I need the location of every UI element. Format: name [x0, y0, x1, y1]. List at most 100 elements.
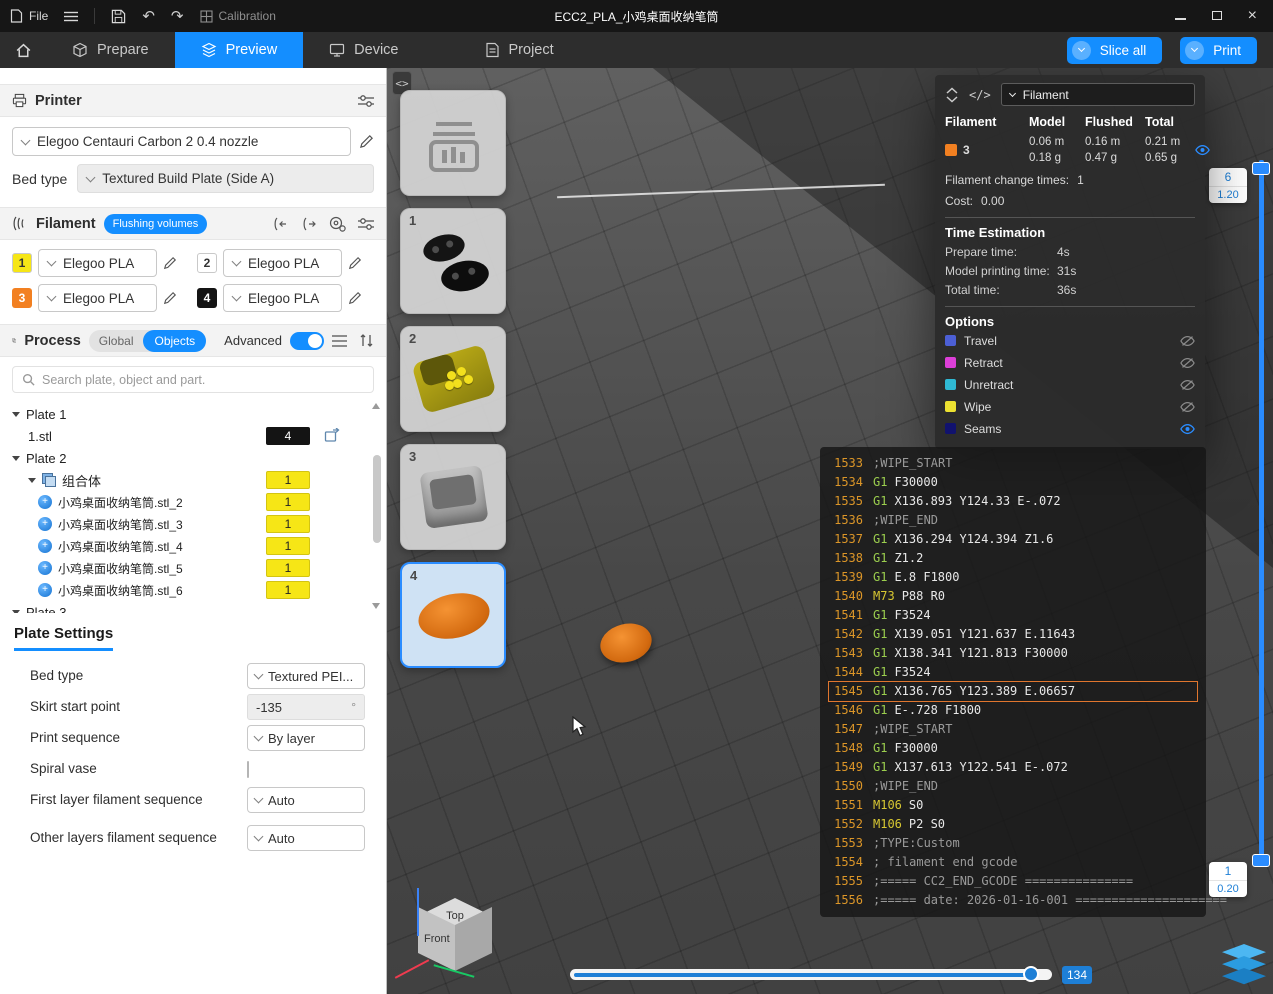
ps-bed-type-select[interactable]: Textured PEI...: [247, 663, 365, 689]
ps-first-layer-select[interactable]: Auto: [247, 787, 365, 813]
layer-slider-track[interactable]: [1259, 160, 1264, 862]
filament-slot-4-select[interactable]: Elegoo PLA: [223, 284, 342, 312]
tree-item-stl3[interactable]: + 小鸡桌面收纳笔筒.stl_3 1: [12, 513, 386, 535]
gcode-viewer[interactable]: 1533 ;WIPE_START 1534 G1 F30000 1535 G1 X136.…: [820, 447, 1227, 917]
tree-scrollbar[interactable]: [373, 455, 381, 543]
print-options-dropdown[interactable]: [1185, 40, 1205, 60]
part-filament-badge[interactable]: 1: [266, 559, 310, 577]
tree-plate-3[interactable]: Plate 3: [12, 601, 386, 613]
thumbnail-plate-1[interactable]: 1: [400, 208, 506, 314]
group-filament-badge[interactable]: 1: [266, 471, 310, 489]
tree-group-assembly[interactable]: 组合体 1: [12, 469, 386, 491]
advanced-toggle[interactable]: [290, 331, 324, 350]
gcode-line[interactable]: 1546 G1 E-.728 F1800: [829, 701, 1197, 720]
redo-button[interactable]: ↷: [171, 9, 184, 24]
calibration-button[interactable]: Calibration: [199, 9, 276, 23]
gcode-line[interactable]: 1555 ;===== CC2_END_GCODE ===============: [829, 872, 1197, 891]
travel-visibility-toggle[interactable]: [1180, 335, 1195, 347]
maximize-button[interactable]: [1211, 9, 1222, 23]
tab-device[interactable]: Device: [303, 32, 424, 68]
wipe-visibility-toggle[interactable]: [1180, 401, 1195, 413]
scroll-down-icon[interactable]: [372, 603, 380, 609]
gcode-line[interactable]: 1541 G1 F3524: [829, 606, 1197, 625]
scope-objects-button[interactable]: Objects: [143, 329, 207, 352]
gcode-line[interactable]: 1553 ;TYPE:Custom: [829, 834, 1197, 853]
collapse-icon[interactable]: [28, 477, 36, 483]
slice-options-dropdown[interactable]: [1071, 40, 1091, 60]
edit-filament-2-icon[interactable]: [348, 256, 362, 270]
layer-slider-bottom-handle[interactable]: [1252, 854, 1270, 867]
slice-all-button[interactable]: Slice all: [1066, 36, 1163, 64]
load-filament-icon[interactable]: [300, 217, 317, 231]
tab-prepare[interactable]: Prepare: [46, 32, 175, 68]
search-bar[interactable]: [12, 366, 374, 393]
ps-other-layers-select[interactable]: Auto: [247, 825, 365, 851]
filament-slot-3-badge[interactable]: 3: [12, 288, 32, 308]
move-slider-handle[interactable]: [1023, 966, 1039, 982]
search-input[interactable]: [42, 372, 364, 387]
gcode-line[interactable]: 1543 G1 X138.341 Y121.813 F30000: [829, 644, 1197, 663]
parameter-list-icon[interactable]: [332, 334, 347, 348]
part-filament-badge[interactable]: 1: [266, 515, 310, 533]
compare-settings-icon[interactable]: [359, 333, 374, 348]
tree-plate-2[interactable]: Plate 2: [12, 447, 386, 469]
save-button[interactable]: [111, 9, 126, 24]
collapse-panel-icon[interactable]: [945, 86, 959, 103]
bed-type-select[interactable]: Textured Build Plate (Side A): [77, 164, 374, 193]
filament-spool-settings-icon[interactable]: [329, 216, 346, 232]
gcode-line[interactable]: 1540 M73 P88 R0: [829, 587, 1197, 606]
scope-global-button[interactable]: Global: [89, 330, 144, 352]
tree-item-stl2[interactable]: + 小鸡桌面收纳笔筒.stl_2 1: [12, 491, 386, 513]
filament-visibility-toggle[interactable]: [1195, 144, 1211, 156]
item-1stl-filament-badge[interactable]: 4: [266, 427, 310, 445]
tree-item-stl5[interactable]: + 小鸡桌面收纳笔筒.stl_5 1: [12, 557, 386, 579]
thumbnail-all-plates[interactable]: [400, 90, 506, 196]
unretract-visibility-toggle[interactable]: [1180, 379, 1195, 391]
filament-settings-icon[interactable]: [358, 217, 374, 231]
gcode-window-icon[interactable]: </>: [969, 88, 991, 102]
filament-slot-4-badge[interactable]: 4: [197, 288, 217, 308]
gcode-line[interactable]: 1548 G1 F30000: [829, 739, 1197, 758]
edit-filament-4-icon[interactable]: [348, 291, 362, 305]
gcode-line[interactable]: 1539 G1 E.8 F1800: [829, 568, 1197, 587]
gcode-line[interactable]: 1554; filament end gcode: [829, 853, 1197, 872]
collapse-icon[interactable]: [12, 609, 20, 613]
printer-settings-icon[interactable]: [358, 94, 374, 108]
file-menu[interactable]: File: [10, 9, 48, 23]
plate-icon[interactable]: [324, 428, 340, 443]
part-filament-badge[interactable]: 1: [266, 581, 310, 599]
collapse-icon[interactable]: [12, 411, 20, 417]
filament-slot-2-select[interactable]: Elegoo PLA: [223, 249, 342, 277]
printer-select[interactable]: Elegoo Centauri Carbon 2 0.4 nozzle: [12, 127, 351, 156]
gcode-line[interactable]: 1536 ;WIPE_END: [829, 511, 1197, 530]
gcode-line[interactable]: 1538 G1 Z1.2: [829, 549, 1197, 568]
edit-filament-3-icon[interactable]: [163, 291, 177, 305]
gcode-line[interactable]: 1550 ;WIPE_END: [829, 777, 1197, 796]
menu-button[interactable]: [64, 11, 79, 22]
print-button[interactable]: Print: [1180, 36, 1257, 64]
part-filament-badge[interactable]: 1: [266, 537, 310, 555]
viewport-3d[interactable]: <> 1 2 3 4 Top Front 134 6 1.20 1 0.20 <…: [387, 68, 1273, 994]
orientation-cube[interactable]: Top Front: [409, 894, 501, 990]
gcode-line[interactable]: 1556 ;===== date: 2026-01-16-001 ========…: [829, 891, 1227, 910]
seams-visibility-toggle[interactable]: [1180, 423, 1195, 435]
gcode-line[interactable]: 1533 ;WIPE_START: [829, 454, 1197, 473]
filament-slot-3-select[interactable]: Elegoo PLA: [38, 284, 157, 312]
flushing-volumes-button[interactable]: Flushing volumes: [103, 213, 208, 234]
gcode-line-current[interactable]: 1545 G1 X136.765 Y123.389 E.06657: [828, 681, 1198, 702]
tree-item-stl6[interactable]: + 小鸡桌面收纳笔筒.stl_6 1: [12, 579, 386, 601]
filament-slot-1-badge[interactable]: 1: [12, 253, 32, 273]
ps-skirt-input[interactable]: -135 °: [247, 694, 365, 720]
ps-print-sequence-select[interactable]: By layer: [247, 725, 365, 751]
thumbnail-plate-2[interactable]: 2: [400, 326, 506, 432]
layer-slider-top-handle[interactable]: [1252, 162, 1270, 175]
edit-filament-1-icon[interactable]: [163, 256, 177, 270]
thumbnail-plate-4-selected[interactable]: 4: [400, 562, 506, 668]
undo-button[interactable]: ↶: [142, 9, 155, 24]
gcode-line[interactable]: 1549 G1 X137.613 Y122.541 E-.072: [829, 758, 1197, 777]
tab-home[interactable]: [0, 32, 46, 68]
filament-slot-2-badge[interactable]: 2: [197, 253, 217, 273]
tree-item-stl4[interactable]: + 小鸡桌面收纳笔筒.stl_4 1: [12, 535, 386, 557]
gcode-line[interactable]: 1535 G1 X136.893 Y124.33 E-.072: [829, 492, 1197, 511]
part-filament-badge[interactable]: 1: [266, 493, 310, 511]
